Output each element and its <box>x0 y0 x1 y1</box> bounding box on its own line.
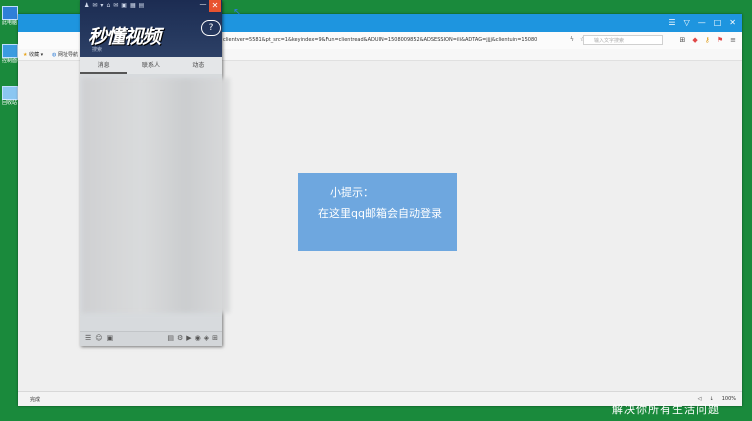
minimize-icon[interactable]: — <box>698 18 706 28</box>
app-icon[interactable]: ▤ <box>167 334 174 342</box>
nav-link-button[interactable]: ◍ 网址导航 <box>52 51 78 58</box>
tab-feed[interactable]: 动态 <box>175 57 222 74</box>
extension-icon[interactable]: ⊞ <box>679 36 685 44</box>
qq-search-input[interactable]: 搜索 <box>92 46 102 53</box>
maximize-icon[interactable]: □ <box>714 18 722 28</box>
computer-icon <box>2 6 18 20</box>
desktop-icon-label: 此电脑 <box>2 20 18 26</box>
settings-icon[interactable]: ⚙ <box>177 334 183 342</box>
tip-box: 小提示： 在这里qq邮箱会自动登录 <box>298 173 457 251</box>
more-icon[interactable]: ≡ <box>730 36 736 44</box>
qq-home-icon[interactable]: ⌂ <box>106 2 110 9</box>
desktop-icon-recycle-bin[interactable]: 回收站 <box>2 86 18 106</box>
menu-icon[interactable]: ☰ <box>668 18 675 28</box>
desktop-icon-label: 回收站 <box>2 100 18 106</box>
globe-icon: ◍ <box>52 52 57 58</box>
game-icon[interactable]: ◉ <box>195 334 201 342</box>
status-text: 完成 <box>30 397 41 403</box>
close-icon[interactable]: ✕ <box>729 18 736 28</box>
shield-icon[interactable]: ◈ <box>204 334 209 342</box>
desktop-icon-computer[interactable]: 此电脑 <box>2 6 18 26</box>
desktop-icon-label: 控制面板 <box>2 58 23 64</box>
qq-footer: ☰ ☺ ▣ ▤ ⚙ ▶ ◉ ◈ ⊞ <box>80 331 222 346</box>
favorites-button[interactable]: ★ 收藏 ▾ <box>23 51 43 58</box>
qq-gift-icon[interactable]: ▣ <box>121 2 127 9</box>
qq-doc-icon[interactable]: ▤ <box>139 2 145 9</box>
tip-title: 小提示： <box>330 186 374 199</box>
video-logo: 秒懂视频 <box>88 26 161 48</box>
control-panel-icon <box>2 44 18 58</box>
qq-message-icon[interactable]: ✉ <box>113 2 118 9</box>
apps-grid-icon[interactable]: ⊞ <box>212 334 218 342</box>
url-field[interactable]: clientver=5581&pt_src=1&keyindex=9&Fun=c… <box>223 37 568 43</box>
mouse-cursor-icon: ↖ <box>233 7 242 18</box>
key-icon[interactable]: ⚷ <box>705 36 710 44</box>
zoom-level[interactable]: 100% <box>722 396 736 402</box>
star-icon: ★ <box>23 52 28 58</box>
qq-mail-icon[interactable]: ✉ <box>92 2 97 9</box>
lightning-icon[interactable]: ϟ <box>570 36 574 43</box>
qq-panel: ♟ ✉ ▾ ⌂ ✉ ▣ ▦ ▤ — ✕ 秒懂视频 ? 搜索 消息 联系人 动态 … <box>80 0 230 346</box>
desktop-icon-control-panel[interactable]: 控制面板 <box>2 44 23 64</box>
search-input[interactable]: 输入文字搜索 <box>583 35 663 45</box>
recycle-bin-icon <box>2 86 18 100</box>
files-icon[interactable]: ▣ <box>107 334 114 342</box>
tab-contacts[interactable]: 联系人 <box>127 57 174 74</box>
qq-tabs: 消息 联系人 动态 <box>80 57 222 74</box>
close-icon[interactable]: ✕ <box>209 0 221 12</box>
minimize-icon[interactable]: — <box>198 0 208 10</box>
qq-photo-icon[interactable]: ▦ <box>130 2 136 9</box>
tip-message: 在这里qq邮箱会自动登录 <box>318 207 442 220</box>
main-menu-icon[interactable]: ☰ <box>85 334 91 342</box>
add-friend-icon[interactable]: ☺ <box>95 334 102 342</box>
video-icon[interactable]: ▶ <box>186 334 191 342</box>
skin-icon[interactable]: ▽ <box>684 18 690 28</box>
tab-messages[interactable]: 消息 <box>80 57 128 74</box>
shield-icon[interactable]: ◆ <box>692 36 697 44</box>
qq-contact-list-blurred <box>82 78 230 313</box>
flag-icon[interactable]: ⚑ <box>717 36 723 44</box>
qq-shirt-icon[interactable]: ▾ <box>100 2 103 9</box>
cloud-help-icon[interactable]: ? <box>201 20 221 36</box>
qq-penguin-icon[interactable]: ♟ <box>84 2 89 9</box>
video-caption: 解决你所有生活问题 <box>612 403 720 416</box>
qq-header: ♟ ✉ ▾ ⌂ ✉ ▣ ▦ ▤ — ✕ 秒懂视频 ? 搜索 <box>80 0 222 57</box>
